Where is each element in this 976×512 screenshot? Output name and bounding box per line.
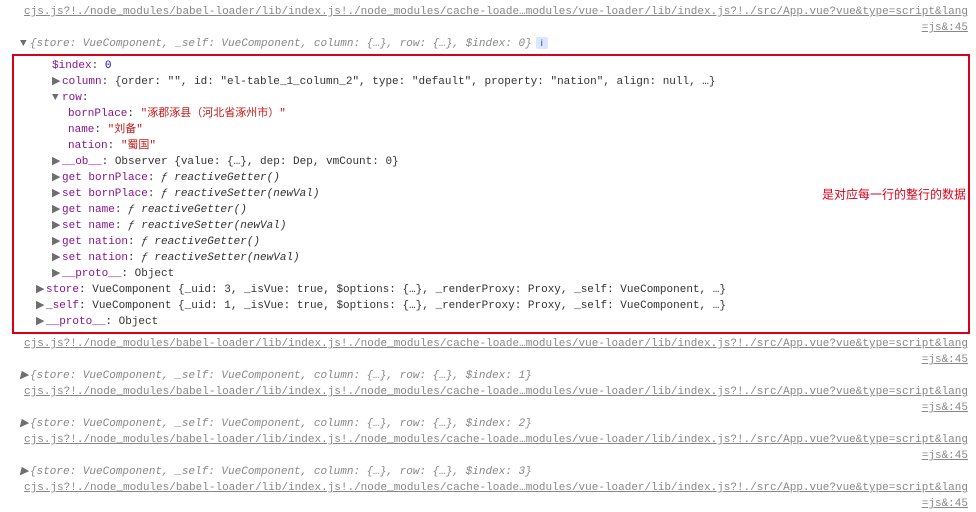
source-link[interactable]: cjs.js?!./node_modules/babel-loader/lib/… <box>0 480 976 496</box>
disclosure-right-icon[interactable]: ▶ <box>52 218 62 234</box>
disclosure-right-icon[interactable]: ▶ <box>52 234 62 250</box>
disclosure-right-icon[interactable]: ▶ <box>36 282 46 298</box>
source-link-tail[interactable]: =js&:45 <box>0 448 976 464</box>
entry-summary: {store: VueComponent, _self: VueComponen… <box>30 38 532 50</box>
prop-self[interactable]: ▶_self: VueComponent {_uid: 1, _isVue: t… <box>16 298 968 314</box>
log-entry-2[interactable]: ▶{store: VueComponent, _self: VueCompone… <box>0 416 976 432</box>
entry-summary: {store: VueComponent, _self: VueComponen… <box>30 466 532 478</box>
disclosure-down-icon[interactable]: ▼ <box>20 36 30 52</box>
entry-summary: {store: VueComponent, _self: VueComponen… <box>30 418 532 430</box>
disclosure-right-icon[interactable]: ▶ <box>52 202 62 218</box>
prop-ob[interactable]: ▶__ob__: Observer {value: {…}, dep: Dep,… <box>16 154 968 170</box>
prop-nation[interactable]: nation: "蜀国" <box>16 138 968 154</box>
source-link[interactable]: cjs.js?!./node_modules/babel-loader/lib/… <box>0 4 976 20</box>
entry-summary: {store: VueComponent, _self: VueComponen… <box>30 370 532 382</box>
disclosure-right-icon[interactable]: ▶ <box>52 266 62 282</box>
prop-bornplace[interactable]: bornPlace: "涿郡涿县（河北省涿州市）" <box>16 106 968 122</box>
highlight-box: $index: 0 ▶column: {order: "", id: "el-t… <box>12 54 970 334</box>
source-link-tail[interactable]: =js&:45 <box>0 20 976 36</box>
get-nation[interactable]: ▶get nation: ƒ reactiveGetter() <box>16 234 968 250</box>
disclosure-right-icon[interactable]: ▶ <box>20 464 30 480</box>
log-entry-3[interactable]: ▶{store: VueComponent, _self: VueCompone… <box>0 464 976 480</box>
prop-proto[interactable]: ▶__proto__: Object <box>16 266 968 282</box>
prop-name[interactable]: name: "刘备" <box>16 122 968 138</box>
disclosure-right-icon[interactable]: ▶ <box>36 314 46 330</box>
log-entry-0[interactable]: ▼{store: VueComponent, _self: VueCompone… <box>0 36 976 52</box>
source-link-tail[interactable]: =js&:45 <box>0 496 976 512</box>
disclosure-right-icon[interactable]: ▶ <box>52 74 62 90</box>
disclosure-right-icon[interactable]: ▶ <box>52 154 62 170</box>
source-link-tail[interactable]: =js&:45 <box>0 352 976 368</box>
prop-index[interactable]: $index: 0 <box>16 58 968 74</box>
prop-store[interactable]: ▶store: VueComponent {_uid: 3, _isVue: t… <box>16 282 968 298</box>
source-link[interactable]: cjs.js?!./node_modules/babel-loader/lib/… <box>0 432 976 448</box>
prop-row[interactable]: ▼row: <box>16 90 968 106</box>
disclosure-down-icon[interactable]: ▼ <box>52 90 62 106</box>
source-link-tail[interactable]: =js&:45 <box>0 400 976 416</box>
prop-column[interactable]: ▶column: {order: "", id: "el-table_1_col… <box>16 74 968 90</box>
disclosure-right-icon[interactable]: ▶ <box>36 298 46 314</box>
get-bornplace[interactable]: ▶get bornPlace: ƒ reactiveGetter() <box>16 170 968 186</box>
src-path: cjs.js?!./node_modules/babel-loader/lib/… <box>24 6 968 18</box>
info-icon[interactable]: i <box>536 37 548 49</box>
set-name[interactable]: ▶set name: ƒ reactiveSetter(newVal) <box>16 218 968 234</box>
disclosure-right-icon[interactable]: ▶ <box>52 170 62 186</box>
log-entry-1[interactable]: ▶{store: VueComponent, _self: VueCompone… <box>0 368 976 384</box>
source-link[interactable]: cjs.js?!./node_modules/babel-loader/lib/… <box>0 336 976 352</box>
disclosure-right-icon[interactable]: ▶ <box>52 186 62 202</box>
get-name[interactable]: ▶get name: ƒ reactiveGetter() <box>16 202 968 218</box>
disclosure-right-icon[interactable]: ▶ <box>52 250 62 266</box>
set-nation[interactable]: ▶set nation: ƒ reactiveSetter(newVal) <box>16 250 968 266</box>
source-link[interactable]: cjs.js?!./node_modules/babel-loader/lib/… <box>0 384 976 400</box>
disclosure-right-icon[interactable]: ▶ <box>20 368 30 384</box>
disclosure-right-icon[interactable]: ▶ <box>20 416 30 432</box>
prop-proto2[interactable]: ▶__proto__: Object <box>16 314 968 330</box>
annotation-label: 是对应每一行的整行的数据 <box>818 186 970 203</box>
